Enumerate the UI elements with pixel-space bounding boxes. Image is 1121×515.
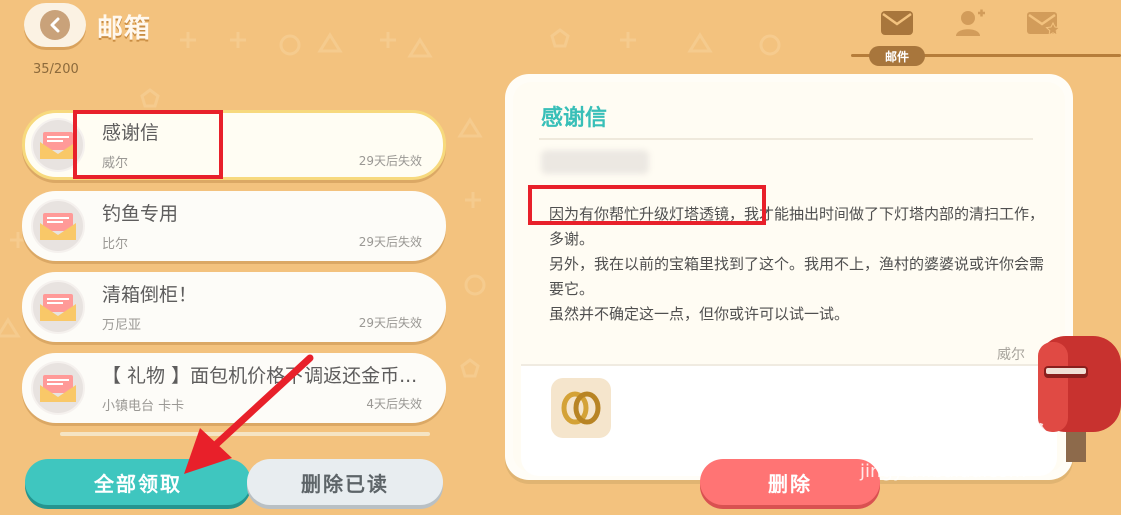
tab-mail[interactable] — [879, 8, 915, 38]
back-arrow-icon — [40, 10, 70, 40]
mail-expire: 4天后失效 — [366, 397, 422, 411]
mailbox-tabs: 邮件 — [851, 8, 1121, 78]
highlight-box — [73, 110, 223, 179]
add-friend-icon — [956, 9, 985, 36]
watermark-url: jingyan.baidu.com — [860, 461, 1027, 482]
annotation-arrow-icon — [184, 354, 314, 474]
attachment-item[interactable] — [551, 378, 611, 438]
letter-paragraph: 另外，我在以前的宝箱里找到了这个。我用不上，渔村的婆婆说或许你会需要它。 — [549, 255, 1045, 298]
delete-button[interactable]: 删除 — [700, 459, 880, 505]
letter-paragraph: 虽然并不确定这一点，但你或许可以试一试。 — [549, 305, 850, 323]
mail-expire: 29天后失效 — [358, 316, 422, 330]
mail-list-item[interactable]: 钓鱼专用 比尔 29天后失效 — [22, 191, 446, 261]
mail-sender: 万尼亚 — [102, 318, 142, 333]
tab-friend-requests[interactable] — [953, 8, 989, 38]
letter-title: 感谢信 — [541, 106, 608, 131]
letter-divider — [539, 138, 1033, 140]
mail-count: 35/200 — [33, 62, 79, 77]
mail-subject: 清箱倒柜！ — [102, 284, 198, 306]
baidu-watermark: Bai du 经验 jingyan.baidu.com — [858, 412, 1053, 482]
highlight-box — [528, 185, 766, 225]
mail-subject: 钓鱼专用 — [102, 203, 179, 225]
mail-list-item[interactable]: 清箱倒柜！ 万尼亚 29天后失效 — [22, 272, 446, 342]
mail-expire: 29天后失效 — [358, 154, 422, 168]
letter-signature: 威尔 — [997, 347, 1025, 363]
tab-mail-label: 邮件 — [869, 46, 925, 66]
starred-mail-icon — [1027, 12, 1060, 36]
mail-envelope-icon — [881, 11, 913, 35]
back-button[interactable] — [24, 3, 86, 47]
tab-starred-mail[interactable] — [1025, 8, 1061, 38]
page-title: 邮箱 — [97, 14, 152, 44]
mail-expire: 29天后失效 — [358, 235, 422, 249]
envelope-icon — [31, 199, 85, 253]
gold-rings-icon — [561, 391, 601, 425]
watermark-logo: Bai du 经验 — [858, 423, 1053, 465]
mail-sender: 比尔 — [102, 237, 129, 252]
envelope-icon — [31, 361, 85, 415]
redacted-greeting — [541, 150, 649, 174]
envelope-icon — [31, 280, 85, 334]
